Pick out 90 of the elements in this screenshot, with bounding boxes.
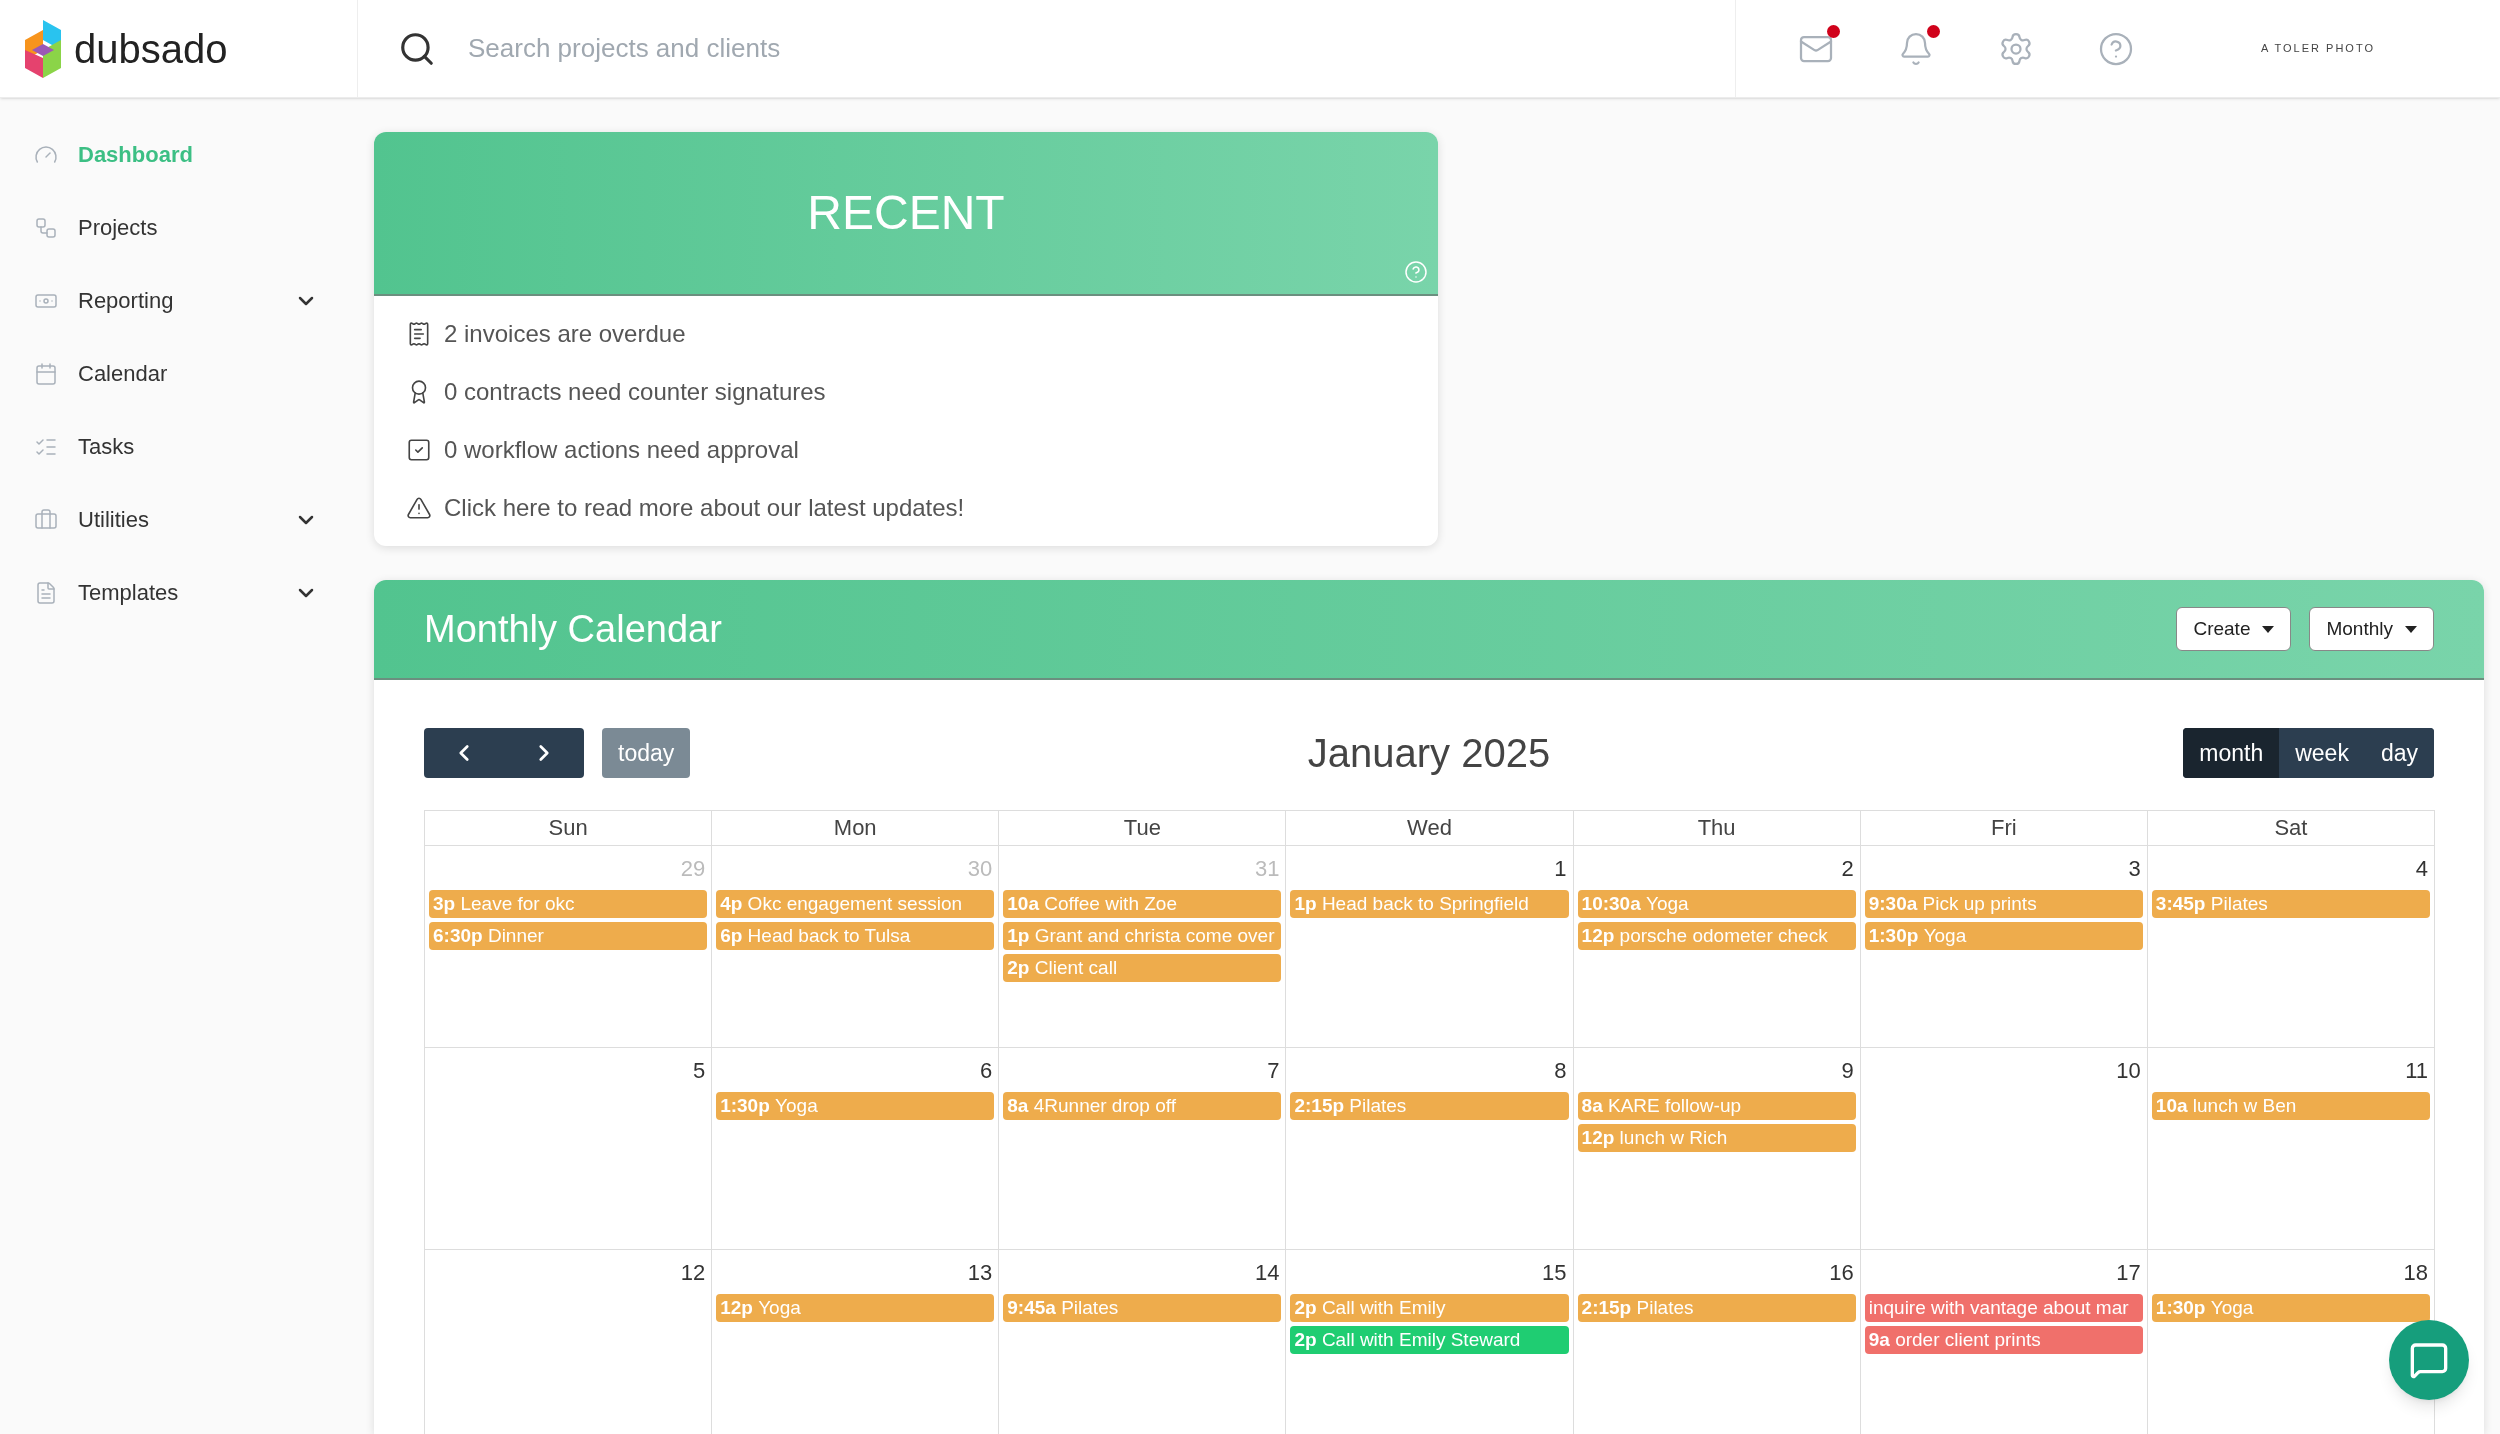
recent-item-text: 2 invoices are overdue — [444, 319, 686, 349]
dropdown-button[interactable]: Create — [2176, 607, 2292, 651]
calendar-event[interactable]: 8a 4Runner drop off — [1003, 1092, 1282, 1120]
day-number: 16 — [1829, 1259, 1855, 1287]
brand-logo-text: A TOLER PHOTO — [2260, 41, 2375, 57]
caret-icon — [2262, 625, 2275, 633]
calendar-event[interactable]: 4p Okc engagement session — [716, 890, 995, 918]
recent-item-text: 0 workflow actions need approval — [444, 435, 799, 465]
day-number: 8 — [1554, 1057, 1568, 1085]
day-number: 9 — [1841, 1057, 1855, 1085]
recent-title: RECENT — [807, 185, 1005, 241]
day-number: 4 — [2415, 855, 2429, 883]
day-number: 6 — [980, 1057, 994, 1085]
day-number: 12 — [680, 1259, 707, 1287]
chat-icon — [2409, 1340, 2449, 1380]
calendar-event[interactable]: 12p lunch w Rich — [1577, 1124, 1856, 1152]
help-icon — [2098, 30, 2134, 67]
day-number: 30 — [967, 855, 994, 883]
today-button[interactable]: today — [602, 728, 691, 778]
day-number: 31 — [1254, 855, 1281, 883]
logo-text: dubsado — [74, 28, 228, 69]
calendar-event[interactable]: 1p Grant and christa come over — [1003, 922, 1282, 950]
calendar-event[interactable]: 3:45p Pilates — [2151, 890, 2430, 918]
sidebar-item[interactable]: Templates — [34, 556, 318, 629]
day-number: 10 — [2116, 1057, 2142, 1085]
calendar-icon — [34, 361, 58, 386]
calendar-event[interactable]: 9a order client prints — [1864, 1326, 2143, 1354]
calendar-event[interactable]: 10a lunch w Ben — [2151, 1092, 2430, 1120]
checkbox-icon — [406, 437, 432, 463]
calendar-title: Monthly Calendar — [424, 606, 722, 652]
briefcase-icon — [34, 507, 58, 532]
calendar-event[interactable]: 12p Yoga — [716, 1294, 995, 1322]
calendar-event[interactable]: 2:15p Pilates — [1290, 1092, 1569, 1120]
day-number: 18 — [2403, 1259, 2429, 1287]
sidebar-item[interactable]: Utilities — [34, 483, 318, 556]
view-tab[interactable]: month — [2183, 728, 2280, 778]
weekday-header: Mon — [712, 811, 1000, 846]
day-number: 13 — [967, 1259, 994, 1287]
day-number: 17 — [2116, 1259, 2142, 1287]
calendar-event[interactable]: 1:30p Yoga — [2151, 1294, 2430, 1322]
warning-icon — [406, 495, 432, 521]
calendar-event[interactable]: 2p Call with Emily Steward — [1290, 1326, 1569, 1354]
weekday-header: Tue — [999, 811, 1287, 846]
day-number: 15 — [1542, 1259, 1568, 1287]
weekday-header: Thu — [1573, 811, 1861, 846]
bell-icon — [1898, 30, 1934, 67]
sidebar-item[interactable]: Reporting — [34, 264, 318, 337]
help-icon[interactable] — [1404, 260, 1428, 284]
day-number: 7 — [1267, 1057, 1281, 1085]
calendar-event[interactable]: inquire with vantage about mar — [1864, 1294, 2143, 1322]
calendar-event[interactable]: 9:45a Pilates — [1003, 1294, 1282, 1322]
settings-icon — [1998, 30, 2034, 67]
day-number: 11 — [2405, 1057, 2429, 1085]
calendar-event[interactable]: 1:30p Yoga — [716, 1092, 995, 1120]
sidebar-item[interactable]: Tasks — [34, 410, 318, 483]
month-title: January 2025 — [1306, 730, 1552, 777]
day-number: 3 — [2128, 855, 2142, 883]
calendar-event[interactable]: 8a KARE follow-up — [1577, 1092, 1856, 1120]
sidebar-item[interactable]: Projects — [34, 191, 318, 264]
weekday-header: Fri — [1860, 811, 2148, 846]
document-icon — [34, 580, 58, 605]
calendar-event[interactable]: 6:30p Dinner — [429, 922, 708, 950]
caret-icon — [2405, 625, 2417, 633]
calendar-event[interactable]: 3p Leave for okc — [429, 890, 708, 918]
day-number: 1 — [1554, 855, 1568, 883]
calendar-event[interactable]: 10a Coffee with Zoe — [1003, 890, 1282, 918]
workflow-icon — [34, 215, 58, 240]
dropdown-button[interactable]: Monthly — [2309, 607, 2434, 651]
calendar-event[interactable]: 12p porsche odometer check — [1577, 922, 1856, 950]
weekday-header: Sun — [425, 811, 713, 846]
sidebar-item[interactable]: Calendar — [34, 337, 318, 410]
day-number: 29 — [680, 855, 707, 883]
day-number: 2 — [1841, 855, 1855, 883]
weekday-header: Wed — [1286, 811, 1574, 846]
day-number: 5 — [692, 1057, 707, 1085]
sidebar-item[interactable]: Dashboard — [34, 118, 318, 191]
updates-link[interactable]: Click here to read more about our latest updates! — [444, 490, 965, 526]
calendar-event[interactable]: 2p Client call — [1003, 954, 1282, 982]
calendar-event[interactable]: 1p Head back to Springfield — [1290, 890, 1569, 918]
calendar-event[interactable]: 1:30p Yoga — [1864, 922, 2143, 950]
recent-item-text: 0 contracts need counter signatures — [444, 377, 826, 407]
weekday-header: Sat — [2147, 811, 2435, 846]
calendar-event[interactable]: 2:15p Pilates — [1577, 1294, 1856, 1322]
calendar-event[interactable]: 9:30a Pick up prints — [1864, 890, 2143, 918]
calendar-event[interactable]: 10:30a Yoga — [1577, 890, 1856, 918]
search-field[interactable]: Search projects and clients — [468, 29, 1168, 68]
day-number: 14 — [1254, 1259, 1281, 1287]
cube-logo-icon — [24, 19, 62, 78]
calendar-event[interactable]: 2p Call with Emily — [1290, 1294, 1569, 1322]
calendar-event[interactable]: 6p Head back to Tulsa — [716, 922, 995, 950]
